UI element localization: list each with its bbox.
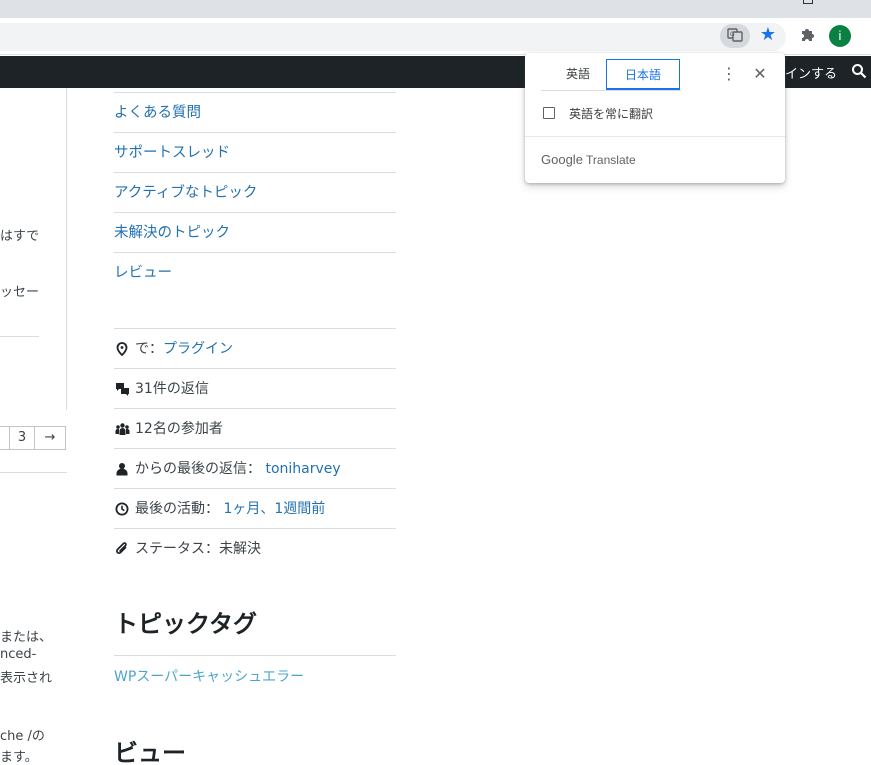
clock-icon (114, 501, 130, 517)
sidebar-link-unresolved-topics[interactable]: 未解決のトピック (114, 213, 396, 253)
always-translate-label: 英語を常に翻訳 (569, 107, 654, 121)
profile-avatar[interactable]: i (829, 25, 851, 47)
participants-count: 12名の参加者 (135, 420, 223, 437)
sidebar-link-reviews[interactable]: レビュー (114, 253, 396, 293)
location-pin-icon (114, 341, 130, 357)
topic-tags-heading: トピックタグ (114, 610, 258, 638)
translate-page-button[interactable]: G (720, 24, 750, 48)
forum-prefix: で： (135, 340, 163, 357)
svg-text:G: G (730, 31, 735, 38)
topic-content-panel (0, 88, 67, 410)
extensions-puzzle-icon[interactable] (798, 26, 818, 46)
google-translate-logo: Google Translate (541, 152, 636, 167)
last-activity-prefix: 最後の活動： (135, 500, 219, 517)
sidebar-divider (114, 655, 396, 656)
replies-count: 31件の返信 (135, 380, 209, 397)
topic-last-activity-meta: 最後の活動： 1ヶ月、1週間前 (114, 489, 396, 529)
more-options-icon[interactable]: ⋮ (721, 65, 737, 83)
translate-popup: 英語 日本語 ⋮ ✕ 英語を常に翻訳 Google Translate (525, 53, 785, 183)
sidebar-link-faq[interactable]: よくある質問 (114, 93, 396, 133)
groups-icon (114, 421, 130, 437)
pagination-page-3[interactable]: 3 (9, 426, 35, 450)
content-text-fragment: nced- (0, 647, 37, 662)
language-tabs: 英語 日本語 (541, 59, 681, 91)
search-icon[interactable] (851, 63, 867, 79)
content-text-fragment: 表示され (0, 671, 53, 686)
address-bar[interactable] (0, 23, 786, 51)
forum-link[interactable]: プラグイン (163, 329, 233, 369)
content-divider (0, 472, 67, 473)
last-reply-user-link[interactable]: toniharvey (265, 449, 340, 489)
google-wordmark: Google (541, 152, 583, 167)
signin-link[interactable]: インする (785, 63, 837, 82)
always-translate-checkbox[interactable] (543, 107, 555, 119)
paperclip-icon (114, 541, 130, 557)
topic-replies-meta: 31件の返信 (114, 369, 396, 409)
content-text-fragment: che /の (0, 729, 45, 744)
content-text-fragment: ッセー (0, 285, 40, 300)
user-icon (114, 461, 130, 477)
content-text-fragment: はすで (0, 229, 40, 244)
tab-target-language[interactable]: 日本語 (606, 59, 680, 90)
popup-divider (525, 136, 785, 137)
bookmark-star-icon[interactable]: ★ (758, 25, 778, 45)
sidebar-link-active-topics[interactable]: アクティブなトピック (114, 173, 396, 213)
topic-participants-meta: 12名の参加者 (114, 409, 396, 449)
tab-strip (0, 0, 871, 18)
translate-icon: G (727, 27, 743, 46)
sidebar-link-support-threads[interactable]: サポートスレッド (114, 133, 396, 173)
last-activity-link[interactable]: 1ヶ月、1週間前 (223, 489, 325, 529)
close-icon[interactable]: ✕ (751, 65, 769, 83)
content-text-fragment: または、 (0, 630, 53, 645)
topic-last-reply-meta: からの最後の返信： toniharvey (114, 449, 396, 489)
topic-forum-meta: で： プラグイン (114, 329, 396, 369)
topic-tag-link[interactable]: WPスーパーキャッシュエラー (114, 666, 304, 686)
tab-source-language[interactable]: 英語 (541, 59, 615, 90)
pagination-next-button[interactable]: → (34, 426, 66, 450)
topic-status-meta: ステータス：未解決 (114, 529, 396, 569)
comments-icon (114, 381, 130, 397)
translate-wordmark: Translate (586, 153, 636, 167)
views-heading: ビュー (114, 739, 186, 765)
last-reply-prefix: からの最後の返信： (135, 460, 261, 477)
content-text-fragment: ます。 (0, 750, 38, 765)
topic-status: ステータス：未解決 (135, 541, 261, 557)
restore-window-icon[interactable] (803, 0, 813, 4)
content-divider (0, 336, 39, 337)
